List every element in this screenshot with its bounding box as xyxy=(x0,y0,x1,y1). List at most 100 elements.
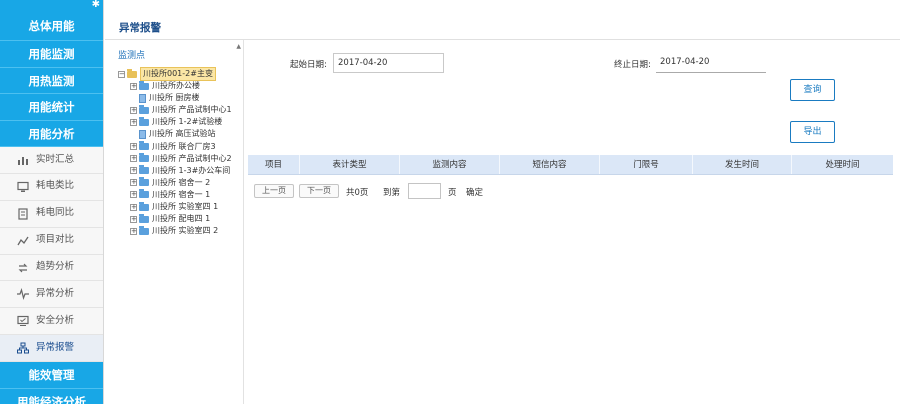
collapse-icon[interactable]: − xyxy=(118,70,125,78)
sidebar-item-label: 耗电类比 xyxy=(36,180,75,192)
sidebar-item-project-compare[interactable]: 项目对比 xyxy=(0,228,103,255)
tree-node-label: 川投所 高压试验站 xyxy=(149,129,216,139)
menu-energy-monitoring[interactable]: 用能监测 xyxy=(0,41,103,68)
next-page-button[interactable]: 下一页 xyxy=(299,184,339,198)
folder-open-icon xyxy=(127,68,137,78)
export-button[interactable]: 导出 xyxy=(790,121,835,143)
sidebar-item-anomaly-analysis[interactable]: 异常分析 xyxy=(0,281,103,309)
goto-confirm-button[interactable]: 确定 xyxy=(466,186,483,198)
page-header: 异常报警 xyxy=(105,12,900,40)
folder-icon xyxy=(139,189,149,199)
sidebar-item-label: 趋势分析 xyxy=(36,261,75,273)
tree-node[interactable]: + 川投所 实验室四 2 xyxy=(130,225,218,237)
menu-energy-economics[interactable]: 用能经济分析 xyxy=(0,388,103,404)
tree-node[interactable]: + 川投所 1-2#试验楼 xyxy=(130,116,222,128)
monitor-icon xyxy=(16,180,29,193)
tree-node[interactable]: + 川投所 联合厂房3 xyxy=(130,141,216,153)
menu-energy-statistics[interactable]: 用能统计 xyxy=(0,94,103,121)
pulse-icon xyxy=(16,288,29,301)
expand-icon[interactable]: + xyxy=(130,155,137,163)
end-date-input[interactable]: 2017-04-20 xyxy=(656,53,766,73)
tree-node[interactable]: + 川投所 产品试制中心2 xyxy=(130,153,232,165)
folder-icon xyxy=(139,213,149,223)
folder-icon xyxy=(139,225,149,235)
column-header-handle-time[interactable]: 处理时间 xyxy=(792,155,893,174)
menu-efficiency-management[interactable]: 能效管理 xyxy=(0,362,103,389)
tree-node-label: 川投所 宿舍一 1 xyxy=(152,189,211,199)
tree-root-node[interactable]: − 川投所001-2#主变 xyxy=(118,67,216,81)
sidebar-item-label: 实时汇总 xyxy=(36,153,75,165)
sidebar-item-anomaly-alarm[interactable]: 异常报警 xyxy=(0,335,103,363)
document-compare-icon xyxy=(16,207,29,220)
tree-node[interactable]: + 川投所 实验室四 1 xyxy=(130,201,218,213)
tree-node-label: 川投所 联合厂房3 xyxy=(152,141,216,151)
sidebar: ✱ 总体用能 用能监测 用热监测 用能统计 用能分析 实时汇总 耗电类比 耗电同… xyxy=(0,0,104,404)
expand-icon[interactable]: + xyxy=(130,82,137,90)
expand-icon[interactable]: + xyxy=(130,215,137,223)
menu-energy-analysis[interactable]: 用能分析 xyxy=(0,120,103,147)
tree-node-label: 川投所 宿舍一 2 xyxy=(152,177,211,187)
tree-node-label: 川投所 产品试制中心1 xyxy=(152,105,232,115)
tree-node[interactable]: + 川投所 宿舍一 1 xyxy=(130,189,210,201)
folder-icon xyxy=(139,116,149,126)
tree-node[interactable]: + 川投所 1-3#办公车间 xyxy=(130,165,230,177)
sidebar-top-strip: ✱ xyxy=(0,0,103,12)
menu-overall-energy[interactable]: 总体用能 xyxy=(0,12,103,41)
tree-node[interactable]: 川投所 厨房楼 xyxy=(130,92,200,104)
expand-icon[interactable]: + xyxy=(130,118,137,126)
expand-icon[interactable]: + xyxy=(130,106,137,114)
tree-node[interactable]: + 川投所办公楼 xyxy=(130,80,200,92)
page-unit-label: 页 xyxy=(448,188,457,198)
column-header-occur-time[interactable]: 发生时间 xyxy=(693,155,792,174)
column-header-monitor-content[interactable]: 监测内容 xyxy=(400,155,500,174)
column-header-threshold[interactable]: 门限号 xyxy=(600,155,693,174)
page-number-input[interactable] xyxy=(408,183,441,199)
expand-icon[interactable]: + xyxy=(130,179,137,187)
folder-icon xyxy=(139,177,149,187)
column-header-project[interactable]: 项目 xyxy=(248,155,300,174)
sidebar-item-realtime-summary[interactable]: 实时汇总 xyxy=(0,147,103,174)
sidebar-item-power-yoy[interactable]: 耗电同比 xyxy=(0,201,103,228)
tree-node[interactable]: + 川投所 产品试制中心1 xyxy=(130,104,232,116)
end-date-label: 终止日期: xyxy=(614,60,651,70)
sidebar-item-label: 异常分析 xyxy=(36,287,75,299)
tree-node[interactable]: + 川投所 配电四 1 xyxy=(130,213,210,225)
tree-node-label: 川投所 1-2#试验楼 xyxy=(152,117,223,127)
sidebar-item-label: 耗电同比 xyxy=(36,207,75,219)
sidebar-item-label: 异常报警 xyxy=(36,341,75,353)
start-date-input[interactable]: 2017-04-20 xyxy=(333,53,444,73)
prev-page-button[interactable]: 上一页 xyxy=(254,184,294,198)
pin-icon[interactable]: ✱ xyxy=(92,0,100,10)
expand-icon[interactable]: + xyxy=(130,203,137,211)
expand-icon[interactable]: + xyxy=(130,227,137,235)
expand-icon[interactable]: + xyxy=(130,191,137,199)
refresh-arrows-icon xyxy=(16,261,29,274)
tree-node-label: 川投所 产品试制中心2 xyxy=(152,153,232,163)
network-icon xyxy=(16,342,29,355)
expand-icon[interactable]: + xyxy=(130,167,137,175)
tree-node[interactable]: 川投所 高压试验站 xyxy=(130,128,216,140)
folder-icon xyxy=(139,153,149,163)
expand-icon[interactable]: + xyxy=(130,143,137,150)
tree-node-label: 川投所 1-3#办公车间 xyxy=(152,165,231,175)
menu-heat-monitoring[interactable]: 用热监测 xyxy=(0,67,103,94)
sidebar-item-power-category[interactable]: 耗电类比 xyxy=(0,174,103,201)
tree-node-label: 川投所001-2#主变 xyxy=(140,67,216,81)
monitor-point-tree: 监测点 ▲ − 川投所001-2#主变 + 川投所办公楼 川投所 厨房楼 + 川投所 产… xyxy=(110,40,244,404)
goto-page-label: 到第 xyxy=(383,188,401,198)
scroll-up-arrow-icon[interactable]: ▲ xyxy=(236,43,241,50)
tree-node[interactable]: + 川投所 宿舍一 2 xyxy=(130,177,210,189)
file-icon xyxy=(139,93,146,103)
file-icon xyxy=(139,129,146,139)
column-header-sms-content[interactable]: 短信内容 xyxy=(500,155,600,174)
tree-node-label: 川投所 实验室四 2 xyxy=(152,226,219,236)
sidebar-item-trend-analysis[interactable]: 趋势分析 xyxy=(0,255,103,282)
tree-node-label: 川投所 厨房楼 xyxy=(149,93,200,103)
column-header-meter-type[interactable]: 表计类型 xyxy=(300,155,400,174)
query-button[interactable]: 查询 xyxy=(790,79,835,101)
alarm-table-header: 项目 表计类型 监测内容 短信内容 门限号 发生时间 处理时间 xyxy=(248,155,893,175)
folder-icon xyxy=(139,165,149,175)
total-pages-text: 共0页 xyxy=(346,188,369,198)
sidebar-item-safety-analysis[interactable]: 安全分析 xyxy=(0,308,103,336)
trend-icon xyxy=(16,234,29,247)
